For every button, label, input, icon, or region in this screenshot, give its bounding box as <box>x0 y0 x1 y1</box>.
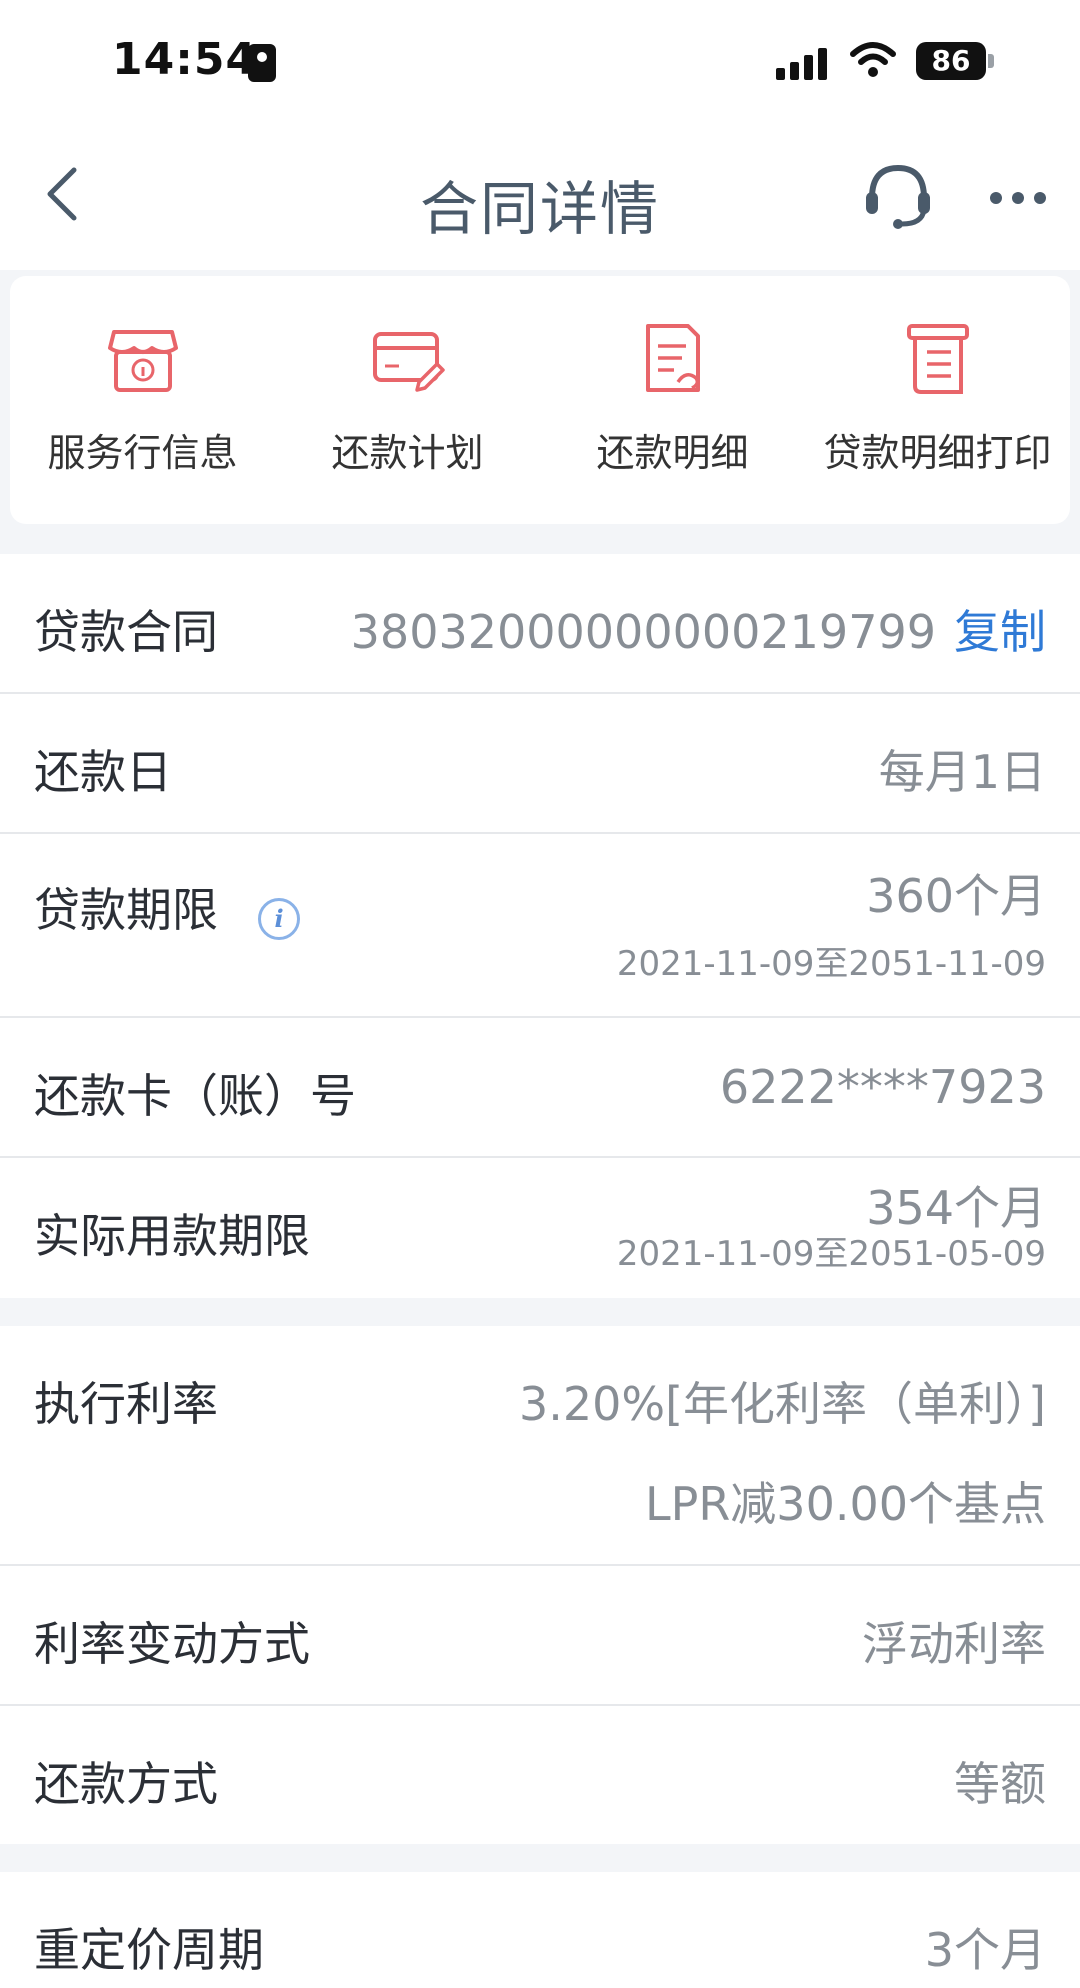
term-label: 贷款期限 <box>34 883 218 937</box>
status-time: 14:54 <box>112 34 258 85</box>
copy-button[interactable]: 复制 <box>954 605 1046 659</box>
actual-term-label: 实际用款期限 <box>34 1209 310 1263</box>
receipt-print-icon <box>906 324 969 394</box>
reprice-value: 3个月 <box>924 1923 1046 1977</box>
store-info-icon <box>107 330 178 392</box>
headset-icon[interactable] <box>862 158 934 230</box>
info-icon[interactable]: i <box>258 898 300 940</box>
status-bar: 14:54 86 <box>0 0 1080 120</box>
repay-method-value: 等额 <box>954 1757 1046 1811</box>
reprice-section: 重定价周期 3个月 <box>0 1872 1080 1988</box>
quick-actions-card: 服务行信息 还款计划 还款明细 贷款明细打印 <box>10 276 1070 524</box>
action-print-detail[interactable]: 贷款明细打印 <box>805 276 1070 524</box>
wifi-icon <box>850 42 896 77</box>
rate-change-value: 浮动利率 <box>862 1617 1046 1671</box>
contract-details-section: 贷款合同 38032000000000219799 复制 还款日 每月1日 贷款期… <box>0 554 1080 1298</box>
battery-cap <box>988 54 994 68</box>
card-value: 6222****7923 <box>719 1060 1046 1114</box>
rate-section: 执行利率 3.20%[年化利率（单利）] LPR减30.00个基点 利率变动方式… <box>0 1326 1080 1844</box>
more-dots-icon[interactable] <box>990 192 1050 206</box>
row-term: 贷款期限 i 360个月 2021-11-09至2051-11-09 <box>0 834 1080 1018</box>
repay-day-label: 还款日 <box>34 745 172 799</box>
action-service-branch[interactable]: 服务行信息 <box>10 276 275 524</box>
contract-number: 38032000000000219799 <box>350 605 936 659</box>
exec-rate-label: 执行利率 <box>34 1377 218 1431</box>
row-rate-change: 利率变动方式 浮动利率 <box>0 1566 1080 1706</box>
document-detail-icon <box>645 324 700 392</box>
action-repay-plan[interactable]: 还款计划 <box>275 276 540 524</box>
action-repay-detail[interactable]: 还款明细 <box>540 276 805 524</box>
row-exec-rate: 执行利率 3.20%[年化利率（单利）] LPR减30.00个基点 <box>0 1326 1080 1566</box>
row-reprice: 重定价周期 3个月 <box>0 1872 1080 1988</box>
action-label: 还款明细 <box>596 431 749 475</box>
row-contract: 贷款合同 38032000000000219799 复制 <box>0 554 1080 694</box>
repay-day-value: 每月1日 <box>878 745 1046 799</box>
term-value: 360个月 <box>866 869 1046 923</box>
exec-rate-value: 3.20%[年化利率（单利）] <box>518 1377 1046 1431</box>
reprice-label: 重定价周期 <box>34 1923 264 1977</box>
contract-value: 38032000000000219799 复制 <box>351 596 1046 662</box>
row-repay-method: 还款方式 等额 <box>0 1706 1080 1844</box>
action-label: 服务行信息 <box>47 431 238 475</box>
exec-rate-sub: LPR减30.00个基点 <box>644 1477 1046 1531</box>
row-repay-day: 还款日 每月1日 <box>0 694 1080 834</box>
repay-method-label: 还款方式 <box>34 1757 218 1811</box>
term-range: 2021-11-09至2051-11-09 <box>616 944 1046 984</box>
action-label: 还款计划 <box>331 431 484 475</box>
action-label: 贷款明细打印 <box>823 431 1052 475</box>
row-actual-term: 实际用款期限 354个月 2021-11-09至2051-05-09 <box>0 1158 1080 1298</box>
rate-change-label: 利率变动方式 <box>34 1617 310 1671</box>
contract-label: 贷款合同 <box>34 605 218 659</box>
actual-term-range: 2021-11-09至2051-05-09 <box>616 1234 1046 1274</box>
card-edit-icon <box>372 332 445 392</box>
contact-card-icon <box>248 44 276 82</box>
battery-indicator: 86 <box>916 42 986 80</box>
navigation-bar: 合同详情 <box>0 120 1080 270</box>
cellular-signal-icon <box>776 48 830 80</box>
row-card: 还款卡（账）号 6222****7923 <box>0 1018 1080 1158</box>
card-label: 还款卡（账）号 <box>34 1069 356 1123</box>
